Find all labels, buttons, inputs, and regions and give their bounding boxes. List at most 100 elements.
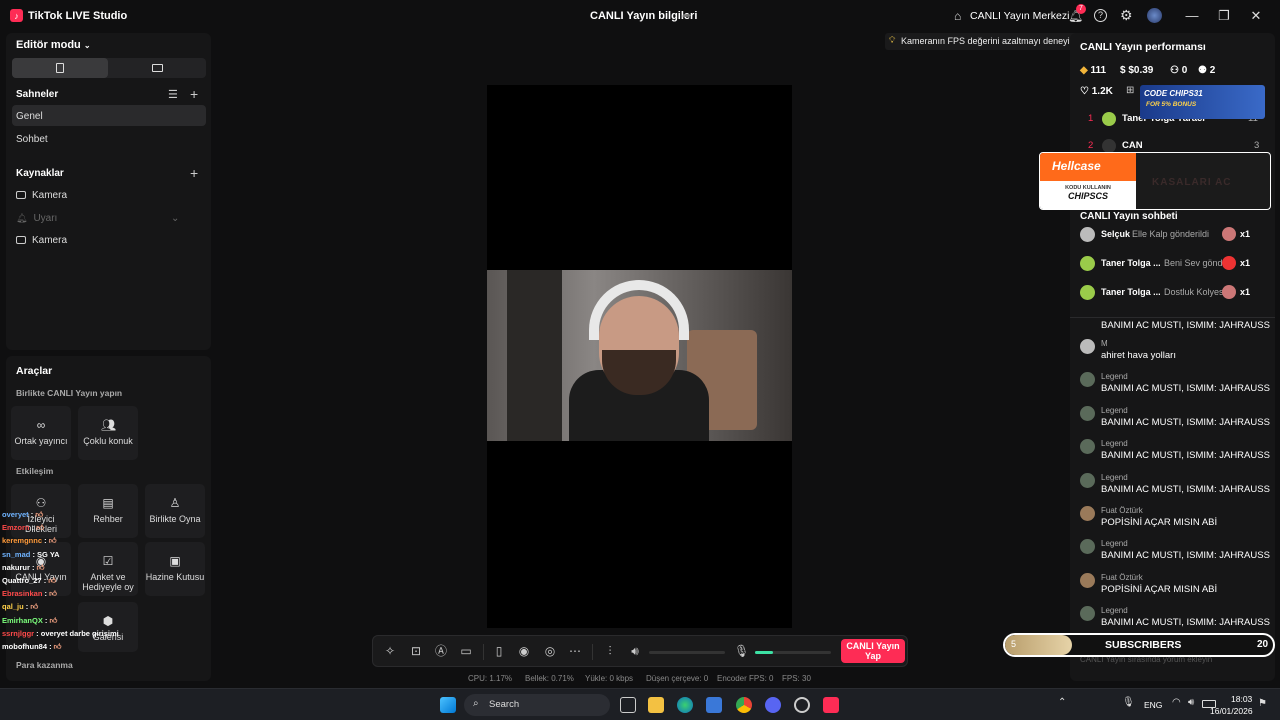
treasure-box-button[interactable]: ▣ Hazine Kutusu bbox=[145, 542, 205, 596]
go-live-button[interactable]: CANLI Yayın Yap bbox=[841, 639, 905, 663]
discord-icon[interactable] bbox=[765, 697, 781, 713]
file-explorer-icon[interactable] bbox=[648, 697, 664, 713]
orientation-toggle[interactable] bbox=[12, 58, 206, 78]
store-icon[interactable] bbox=[706, 697, 722, 713]
interaction-title: Etkileşim bbox=[16, 466, 54, 476]
thumbs-up-icon: 👍︎ bbox=[49, 589, 57, 599]
source-item-camera-2[interactable]: Kamera bbox=[16, 235, 67, 246]
source-item-camera[interactable]: Kamera bbox=[16, 190, 67, 201]
hellcase-kasalari: KASALARI AC bbox=[1152, 177, 1232, 188]
list-icon[interactable]: ☰ bbox=[168, 88, 178, 101]
gift-row[interactable]: Taner Tolga ... Dostluk Kolyes x1 bbox=[1080, 285, 1270, 305]
overlay-text: SG YA bbox=[37, 549, 60, 559]
mic-tray-icon[interactable]: 🎙︎ bbox=[1122, 697, 1135, 708]
avatar bbox=[1080, 339, 1095, 354]
editor-mode-dropdown[interactable]: Editör modu ⌄ bbox=[16, 39, 91, 51]
subs-label: SUBSCRIBERS bbox=[1105, 639, 1182, 651]
app-icon[interactable] bbox=[794, 697, 810, 713]
add-scene-icon[interactable]: + bbox=[190, 86, 198, 102]
monetize-title: Para kazanma bbox=[16, 660, 73, 670]
chevron-down-icon: ⌄ bbox=[83, 41, 91, 50]
gift-row[interactable]: Taner Tolga ... Beni Sev göndı x1 bbox=[1080, 256, 1270, 276]
avatar bbox=[1080, 256, 1095, 271]
volume-tray-icon[interactable]: 🔊︎ bbox=[1188, 697, 1194, 708]
live-center-link[interactable]: CANLI Yayın Merkezi bbox=[970, 10, 1069, 22]
chat-message[interactable]: Legend BANIMI AC MUSTI, ISMIM: JAHRAUSS bbox=[1080, 539, 1270, 567]
overlay-user: keremgnnc bbox=[2, 536, 43, 546]
more-icon[interactable]: ⋯ bbox=[568, 644, 582, 658]
overlay-text: overyet darbe girişimi bbox=[40, 628, 119, 638]
mixer-icon[interactable]: ⫶ bbox=[603, 644, 617, 658]
message-text: BANIMI AC MUSTI, ISMIM: JAHRAUSS bbox=[1101, 416, 1270, 428]
tray-chevron-icon[interactable]: ⌃ bbox=[1058, 697, 1066, 708]
chat-message[interactable]: Legend BANIMI AC MUSTI, ISMIM: JAHRAUSS bbox=[1080, 372, 1270, 400]
gift-row[interactable]: Selçuk Elle Kalp gönderildi x1 bbox=[1080, 227, 1270, 247]
phone-icon[interactable]: ▯ bbox=[492, 644, 506, 658]
chat-message[interactable]: Legend BANIMI AC MUSTI, ISMIM: JAHRAUSS bbox=[1080, 439, 1270, 467]
minimize-button[interactable]: — bbox=[1184, 8, 1200, 24]
microphone-icon[interactable]: 🎙︎ bbox=[734, 644, 749, 658]
bell-icon: 🔔︎ bbox=[16, 213, 28, 223]
avatar bbox=[1080, 539, 1095, 555]
add-source-icon[interactable]: ⊡ bbox=[409, 644, 423, 658]
windows-start-icon[interactable] bbox=[440, 697, 456, 713]
overlay-user: ssrnjlggr bbox=[2, 628, 35, 638]
language-indicator[interactable]: ENG bbox=[1144, 700, 1162, 710]
clock-time[interactable]: 18:03 bbox=[1231, 694, 1252, 704]
wifi-icon[interactable]: ◠ bbox=[1172, 697, 1181, 708]
record-icon[interactable]: ◉ bbox=[517, 644, 531, 658]
scene-item-sohbet[interactable]: Sohbet bbox=[12, 128, 206, 149]
ai-icon[interactable]: Ⓐ bbox=[434, 644, 448, 658]
overlay-user: Ebrasinkan bbox=[2, 589, 43, 599]
magic-wand-icon[interactable]: ✧ bbox=[383, 644, 397, 658]
multi-guest-button[interactable]: 👥︎ Çoklu konuk bbox=[78, 406, 138, 460]
message-text: POPİSİNİ AÇAR MISIN ABİ bbox=[1101, 583, 1218, 595]
share-icon[interactable]: ➦ bbox=[682, 9, 694, 22]
chevron-down-icon[interactable]: ⌄ bbox=[171, 213, 179, 224]
upload-status: Yükle: 0 kbps bbox=[585, 674, 634, 683]
replay-icon[interactable]: ◎ bbox=[543, 644, 557, 658]
chrome-icon[interactable] bbox=[736, 697, 752, 713]
chat-message[interactable]: Mahiret hava yolları bbox=[1080, 339, 1270, 367]
portrait-option[interactable] bbox=[12, 58, 108, 78]
gift-text: Elle Kalp gönderildi bbox=[1132, 229, 1210, 239]
gift-icon: ⊞ bbox=[1126, 85, 1135, 96]
task-view-icon[interactable] bbox=[620, 697, 636, 713]
avatar[interactable] bbox=[1147, 8, 1162, 23]
settings-icon[interactable]: ⚙ bbox=[1120, 7, 1133, 24]
taskbar-search[interactable]: ⌕ Search bbox=[464, 694, 610, 716]
add-source-icon[interactable]: + bbox=[190, 165, 198, 181]
notification-badge: 7 bbox=[1076, 4, 1086, 14]
speaker-icon[interactable]: 🔊︎ bbox=[628, 644, 642, 658]
scene-item-genel[interactable]: Genel bbox=[12, 105, 206, 126]
chat-message[interactable]: Fuat Öztürk POPİSİNİ AÇAR MISIN ABİ bbox=[1080, 572, 1270, 601]
home-icon[interactable]: ⌂ bbox=[954, 9, 967, 23]
hellcase-ad: Hellcase KODU KULLANIN CHIPSCS KASALARI … bbox=[1039, 152, 1271, 210]
joystick-icon: ♙ bbox=[169, 496, 181, 510]
edge-icon[interactable] bbox=[677, 697, 693, 713]
overlay-user: Emzorn bbox=[2, 523, 30, 533]
notification-tray-icon[interactable]: ⚑ bbox=[1258, 698, 1267, 709]
maximize-button[interactable]: ❐ bbox=[1216, 8, 1232, 24]
chat-message[interactable]: Legend BANIMI AC MUSTI, ISMIM: JAHRAUSS bbox=[1080, 405, 1270, 434]
help-icon[interactable]: ? bbox=[1094, 9, 1107, 22]
source-item-alert[interactable]: 🔔︎ Uyarı ⌄ bbox=[16, 213, 179, 224]
viewers-stat: ⚇ 0 bbox=[1170, 65, 1188, 76]
chat-message[interactable]: Legend BANIMI AC MUSTI, ISMIM: JAHRAUSS bbox=[1080, 606, 1270, 634]
landscape-option[interactable] bbox=[152, 64, 163, 72]
dropped-frames-status: Düşen çerçeve: 0 bbox=[646, 674, 709, 683]
close-button[interactable]: ✕ bbox=[1248, 8, 1264, 24]
fps-hint[interactable]: 💡︎ Kameranın FPS değerini azaltmayı deney… bbox=[885, 33, 1080, 50]
overlay-chat-line: keremgnnc : 👍︎ bbox=[2, 536, 57, 546]
overlay-icon[interactable]: ▭ bbox=[459, 644, 473, 658]
tiktok-studio-icon[interactable] bbox=[823, 697, 839, 713]
play-together-button[interactable]: ♙ Birlikte Oyna bbox=[145, 484, 205, 538]
chat-message[interactable]: Legend BANIMI AC MUSTI, ISMIM: JAHRAUSS bbox=[1080, 472, 1270, 501]
clock-date[interactable]: 16/01/2026 bbox=[1210, 706, 1253, 716]
speaker-volume-slider[interactable] bbox=[649, 651, 725, 654]
thumbs-up-icon: 👍︎ bbox=[30, 602, 39, 612]
chat-message[interactable]: Fuat Öztürk POPİSİNİ AÇAR MISIN ABİ bbox=[1080, 506, 1270, 534]
gift-count: x1 bbox=[1240, 258, 1251, 268]
co-host-button[interactable]: ∞ Ortak yayıncı bbox=[11, 406, 71, 460]
mic-volume-slider[interactable] bbox=[755, 651, 831, 654]
